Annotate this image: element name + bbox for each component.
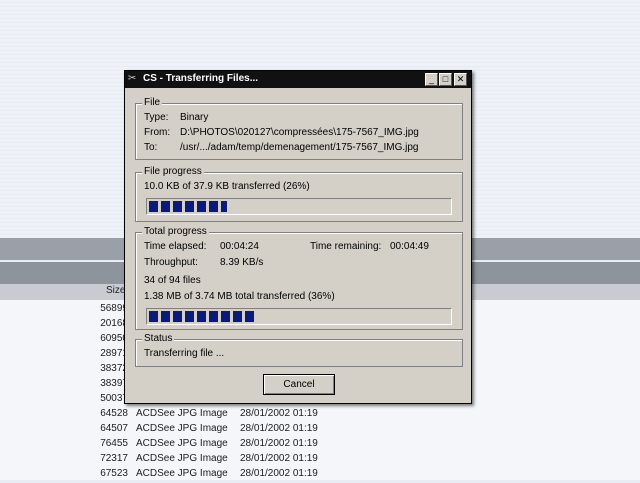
file-group: File Type: Binary From: D:\PHOTOS\020127… bbox=[135, 97, 463, 160]
list-item[interactable]: 72317 ACDSee JPG Image 28/01/2002 01:19 bbox=[0, 453, 640, 468]
files-count: 34 of 94 files bbox=[144, 275, 201, 286]
type-value: Binary bbox=[180, 112, 209, 123]
status-group: Status Transferring file ... bbox=[135, 333, 463, 367]
list-item[interactable]: 64528 ACDSee JPG Image 28/01/2002 01:19 bbox=[0, 408, 640, 423]
transfer-dialog: ✂ CS - Transferring Files... _ □ ✕ File … bbox=[124, 70, 472, 404]
close-button[interactable]: ✕ bbox=[454, 73, 467, 86]
list-item[interactable]: 64507 ACDSee JPG Image 28/01/2002 01:19 bbox=[0, 423, 640, 438]
remaining-label: Time remaining: bbox=[310, 241, 382, 252]
file-progress-text: 10.0 KB of 37.9 KB transferred (26%) bbox=[144, 181, 310, 192]
status-text: Transferring file ... bbox=[144, 348, 225, 359]
to-value: /usr/.../adam/temp/demenagement/175-7567… bbox=[180, 142, 419, 153]
file-size: 60950 bbox=[100, 333, 128, 344]
file-size: 64507 bbox=[100, 423, 128, 434]
file-size: 38372 bbox=[100, 363, 128, 374]
file-size: 56899 bbox=[100, 303, 128, 314]
throughput-label: Throughput: bbox=[144, 257, 198, 268]
file-type: ACDSee JPG Image bbox=[136, 468, 228, 479]
total-progress-group: Total progress Time elapsed: 00:04:24 Ti… bbox=[135, 226, 463, 330]
file-type: ACDSee JPG Image bbox=[136, 453, 228, 464]
file-type: ACDSee JPG Image bbox=[136, 438, 228, 449]
file-size: 20168 bbox=[100, 318, 128, 329]
elapsed-label: Time elapsed: bbox=[144, 241, 207, 252]
file-size: 38397 bbox=[100, 378, 128, 389]
total-progress-bar bbox=[146, 308, 452, 325]
file-progress-group: File progress 10.0 KB of 37.9 KB transfe… bbox=[135, 166, 463, 222]
file-progress-legend: File progress bbox=[142, 166, 204, 177]
file-type: ACDSee JPG Image bbox=[136, 423, 228, 434]
file-date: 28/01/2002 01:19 bbox=[240, 468, 318, 479]
list-item[interactable]: 76455 ACDSee JPG Image 28/01/2002 01:19 bbox=[0, 438, 640, 453]
file-date: 28/01/2002 01:19 bbox=[240, 438, 318, 449]
file-size: 72317 bbox=[100, 453, 128, 464]
total-progress-text: 1.38 MB of 3.74 MB total transferred (36… bbox=[144, 291, 335, 302]
size-column-header[interactable]: Size bbox=[106, 285, 125, 296]
file-date: 28/01/2002 01:19 bbox=[240, 408, 318, 419]
dialog-titlebar[interactable]: ✂ CS - Transferring Files... _ □ ✕ bbox=[125, 71, 471, 88]
total-progress-legend: Total progress bbox=[142, 226, 209, 237]
file-size: 67523 bbox=[100, 468, 128, 479]
file-size: 76455 bbox=[100, 438, 128, 449]
file-type: ACDSee JPG Image bbox=[136, 408, 228, 419]
list-item[interactable]: 67523 ACDSee JPG Image 28/01/2002 01:19 bbox=[0, 468, 640, 483]
file-progress-fill bbox=[149, 201, 227, 212]
from-label: From: bbox=[144, 127, 171, 138]
app-icon: ✂ bbox=[128, 73, 137, 84]
elapsed-value: 00:04:24 bbox=[220, 241, 259, 252]
type-label: Type: bbox=[144, 112, 169, 123]
dialog-title: CS - Transferring Files... bbox=[143, 73, 259, 84]
maximize-button[interactable]: □ bbox=[439, 73, 452, 86]
file-date: 28/01/2002 01:19 bbox=[240, 423, 318, 434]
throughput-value: 8.39 KB/s bbox=[220, 257, 264, 268]
file-date: 28/01/2002 01:19 bbox=[240, 453, 318, 464]
file-size: 64528 bbox=[100, 408, 128, 419]
total-progress-fill bbox=[149, 311, 257, 322]
file-size: 50037 bbox=[100, 393, 128, 404]
remaining-value: 00:04:49 bbox=[390, 241, 429, 252]
file-progress-bar bbox=[146, 198, 452, 215]
file-legend: File bbox=[142, 97, 163, 108]
cancel-button[interactable]: Cancel bbox=[263, 374, 335, 395]
to-label: To: bbox=[144, 142, 158, 153]
from-value: D:\PHOTOS\020127\compressées\175-7567_IM… bbox=[180, 127, 419, 138]
status-legend: Status bbox=[142, 333, 175, 344]
minimize-button[interactable]: _ bbox=[425, 73, 438, 86]
file-size: 28971 bbox=[100, 348, 128, 359]
